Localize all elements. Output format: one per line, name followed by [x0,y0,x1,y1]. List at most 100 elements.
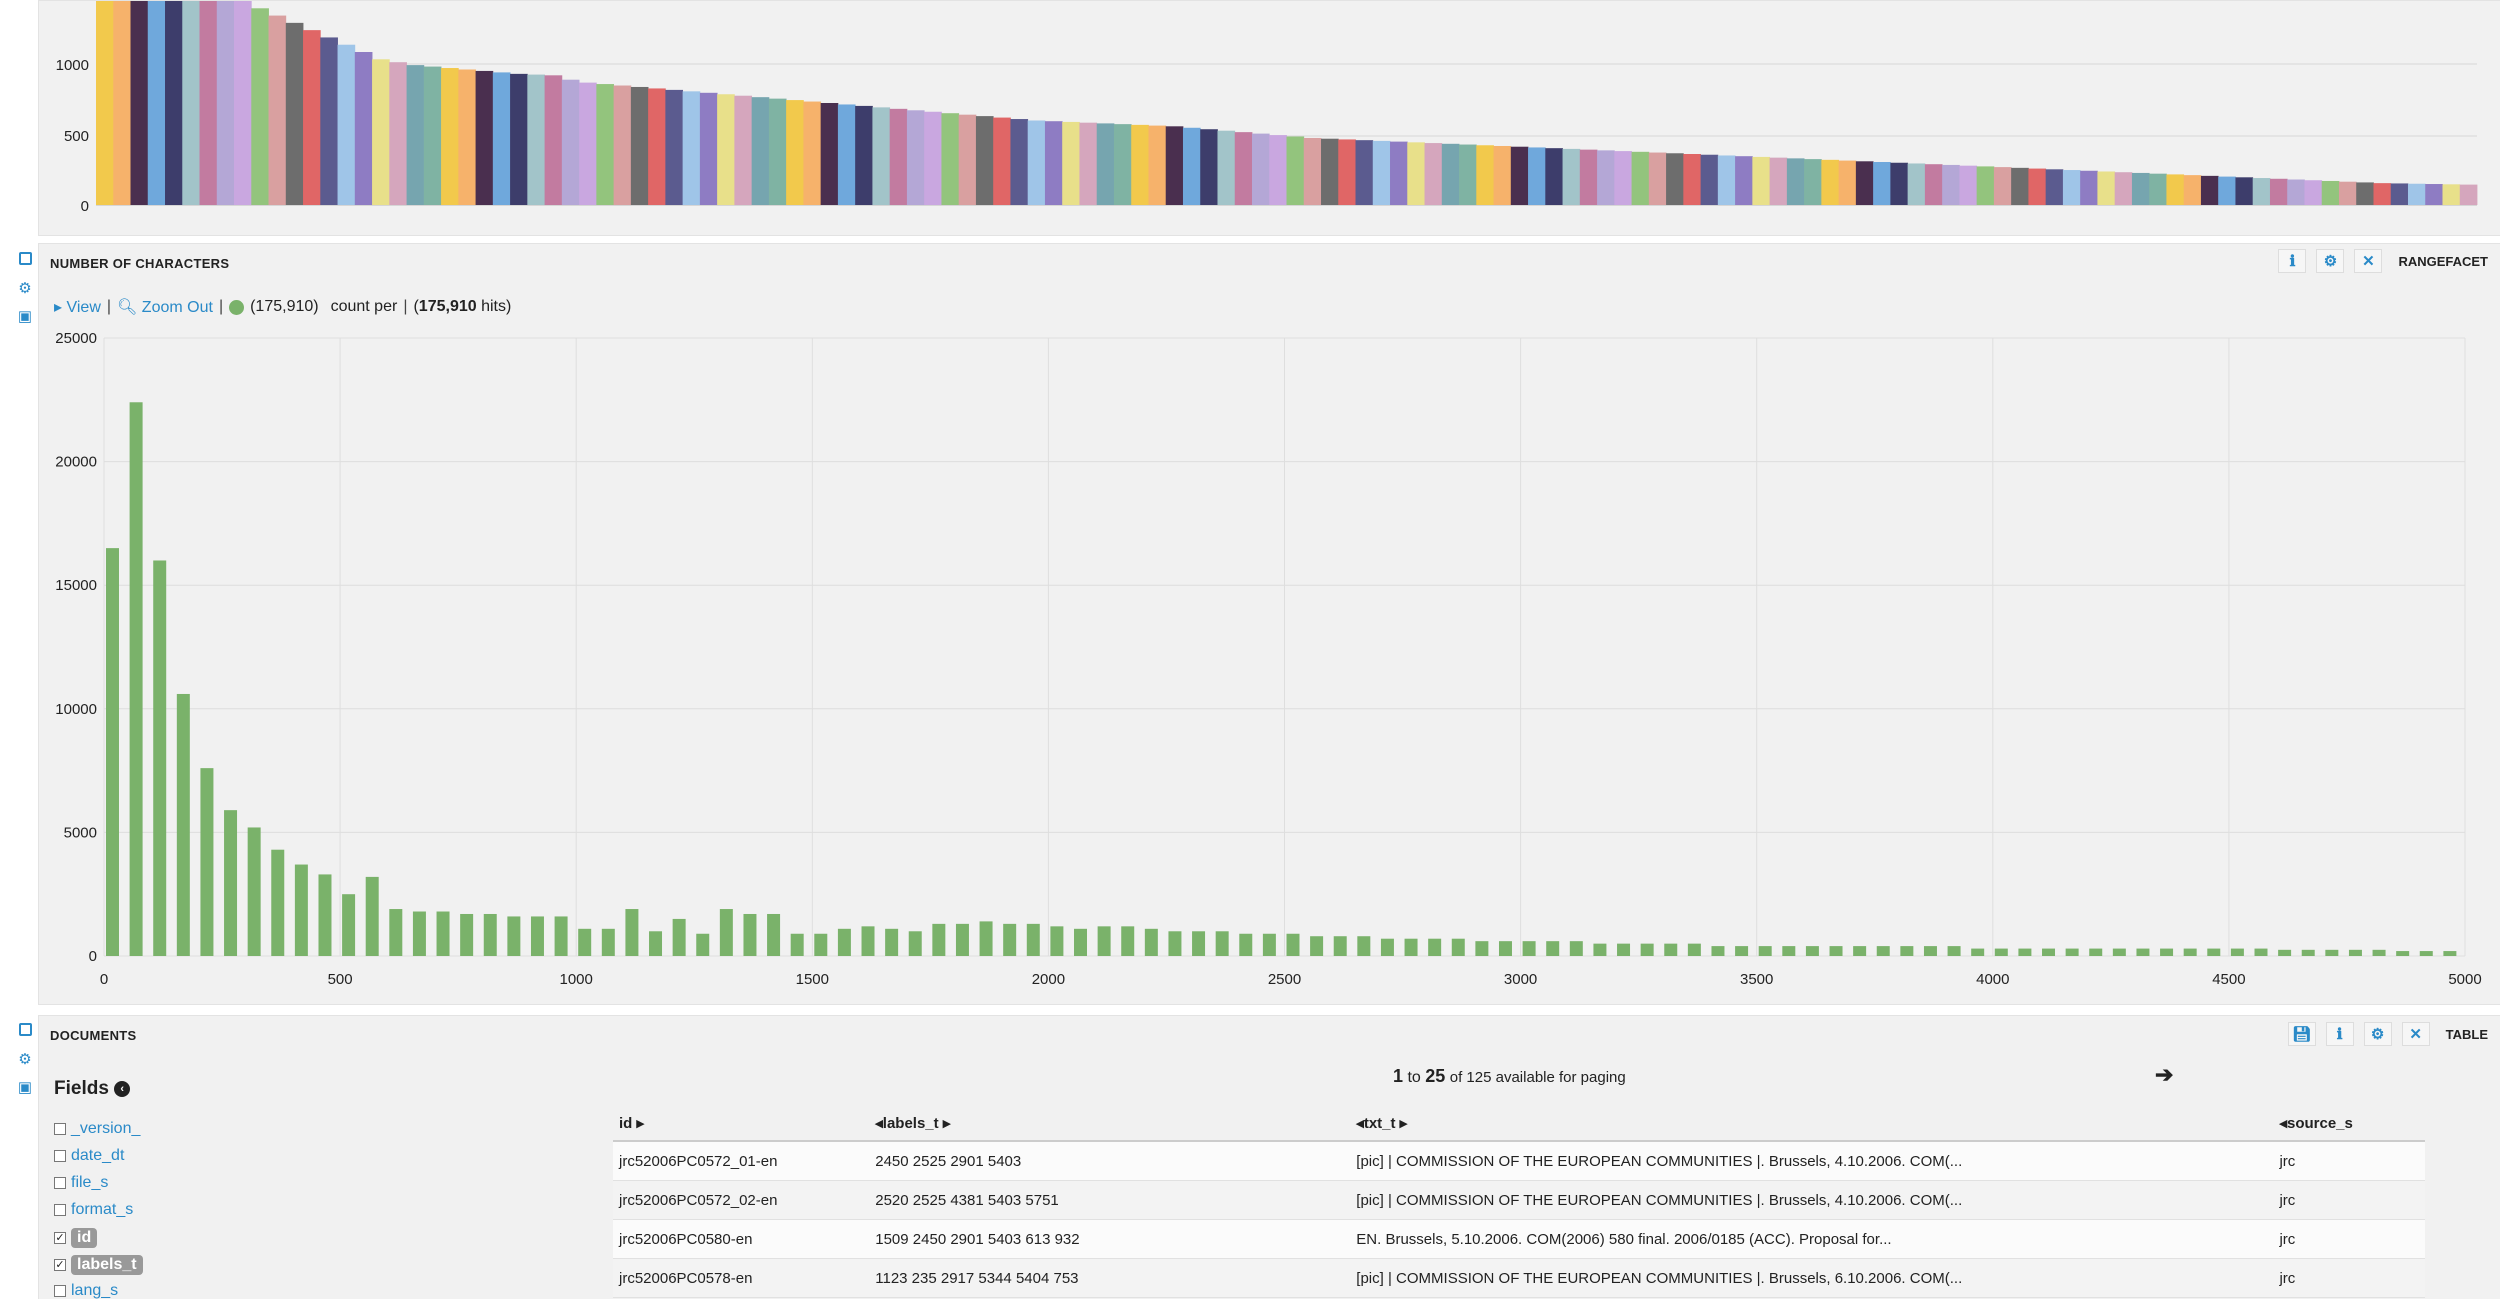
term-bar[interactable] [941,113,960,205]
histogram-bar[interactable] [719,909,733,956]
term-bar[interactable] [2080,170,2098,205]
save-icon[interactable]: 💾︎ [2287,1022,2316,1046]
term-bar[interactable] [2149,173,2167,205]
term-bar[interactable] [1786,158,1805,205]
field-label[interactable]: date_dt [71,1147,124,1165]
term-bar[interactable] [2097,171,2116,205]
field-label[interactable]: lang_s [71,1282,118,1300]
term-bar[interactable] [855,105,873,205]
term-bar[interactable] [372,59,390,205]
term-bar[interactable] [1131,124,1149,205]
term-bar[interactable] [1044,121,1063,205]
field-item[interactable]: ✓ id [54,1228,98,1248]
term-bar[interactable] [1269,135,1287,205]
histogram-bar[interactable] [412,911,426,957]
info-icon[interactable]: ℹ [2325,1022,2354,1046]
histogram-bar[interactable] [1310,936,1324,956]
histogram-bar[interactable] [1900,946,1914,956]
term-bar[interactable] [113,1,131,205]
histogram-bar[interactable] [2018,948,2032,956]
term-bar[interactable] [561,79,580,205]
term-bar[interactable] [1165,126,1184,205]
histogram-bar[interactable] [1923,946,1937,956]
term-bar[interactable] [1924,164,1943,205]
histogram-bar[interactable] [578,928,592,956]
term-bar[interactable] [1441,143,1460,205]
histogram-bar[interactable] [2112,948,2126,956]
term-bar[interactable] [2028,168,2047,205]
term-bar[interactable] [1631,151,1650,205]
histogram-bar[interactable] [271,849,285,956]
term-bar[interactable] [2114,172,2133,205]
term-bar[interactable] [182,1,200,205]
term-bar[interactable] [1182,127,1201,205]
field-checkbox[interactable] [54,1150,66,1162]
term-bar[interactable] [1735,156,1753,205]
term-bar[interactable] [993,117,1011,205]
term-bar[interactable] [199,1,218,205]
histogram-bar[interactable] [1758,946,1772,956]
term-bar[interactable] [2407,183,2426,205]
term-bar[interactable] [803,101,822,205]
histogram-bar[interactable] [106,548,119,956]
histogram-bar[interactable] [2278,949,2292,956]
term-bar[interactable] [2459,184,2478,205]
histogram-bar[interactable] [743,913,757,956]
column-header-labels[interactable]: ◂labels_t ▸ [869,1106,1351,1142]
term-bar[interactable] [1993,167,2012,205]
histogram-bar[interactable] [342,894,356,956]
histogram-bar[interactable] [2065,948,2079,956]
field-checkbox[interactable] [54,1177,66,1189]
histogram-bar[interactable] [649,931,663,956]
term-bar[interactable] [2045,169,2064,205]
term-bar[interactable] [1579,149,1598,205]
histogram-bar[interactable] [1050,926,1064,956]
histogram-bar[interactable] [483,913,497,956]
term-bar[interactable] [1200,129,1218,205]
term-bar[interactable] [1700,154,1719,205]
term-bar[interactable] [1510,146,1529,205]
histogram-bar[interactable] [2372,949,2386,956]
histogram-bar[interactable] [2042,948,2056,956]
term-bar[interactable] [2442,184,2461,205]
term-bar[interactable] [1390,141,1408,205]
term-bar[interactable] [1597,150,1615,205]
histogram-bar[interactable] [1428,938,1442,956]
histogram-bar[interactable] [1640,943,1654,956]
histogram-bar[interactable] [2136,948,2150,956]
term-bar[interactable] [665,89,684,205]
field-label[interactable]: file_s [71,1174,108,1192]
term-bar[interactable] [1666,153,1684,205]
term-bar[interactable] [303,30,321,205]
term-bar[interactable] [1321,138,1339,205]
histogram-bar[interactable] [2183,948,2197,956]
histogram-bar[interactable] [1404,938,1418,956]
field-checkbox[interactable]: ✓ [54,1232,66,1244]
term-bar[interactable] [1424,143,1443,205]
term-bar[interactable] [492,72,511,206]
gear-icon[interactable]: ⚙ [2363,1022,2392,1046]
term-bar[interactable] [544,75,563,205]
term-bar[interactable] [768,98,787,205]
term-bar[interactable] [2373,183,2392,205]
term-bar[interactable] [2218,176,2236,205]
term-bar[interactable] [613,85,632,205]
term-bar[interactable] [837,104,856,205]
histogram-bar[interactable] [176,693,190,956]
term-bar[interactable] [2183,175,2202,205]
term-bar[interactable] [1251,133,1270,205]
histogram-bar[interactable] [1451,938,1465,956]
term-bar[interactable] [268,15,287,205]
term-bar[interactable] [251,8,269,206]
term-bar[interactable] [1959,165,1978,205]
histogram-bar[interactable] [1853,946,1867,956]
histogram-bar[interactable] [2230,948,2244,956]
histogram-bar[interactable] [1805,946,1819,956]
term-bar[interactable] [1096,123,1115,205]
term-bar[interactable] [389,62,407,206]
term-bar[interactable] [1683,154,1701,205]
term-bar[interactable] [1355,140,1374,205]
histogram-bar[interactable] [2089,948,2103,956]
term-bar[interactable] [1838,160,1857,205]
histogram-bar[interactable] [601,928,615,956]
